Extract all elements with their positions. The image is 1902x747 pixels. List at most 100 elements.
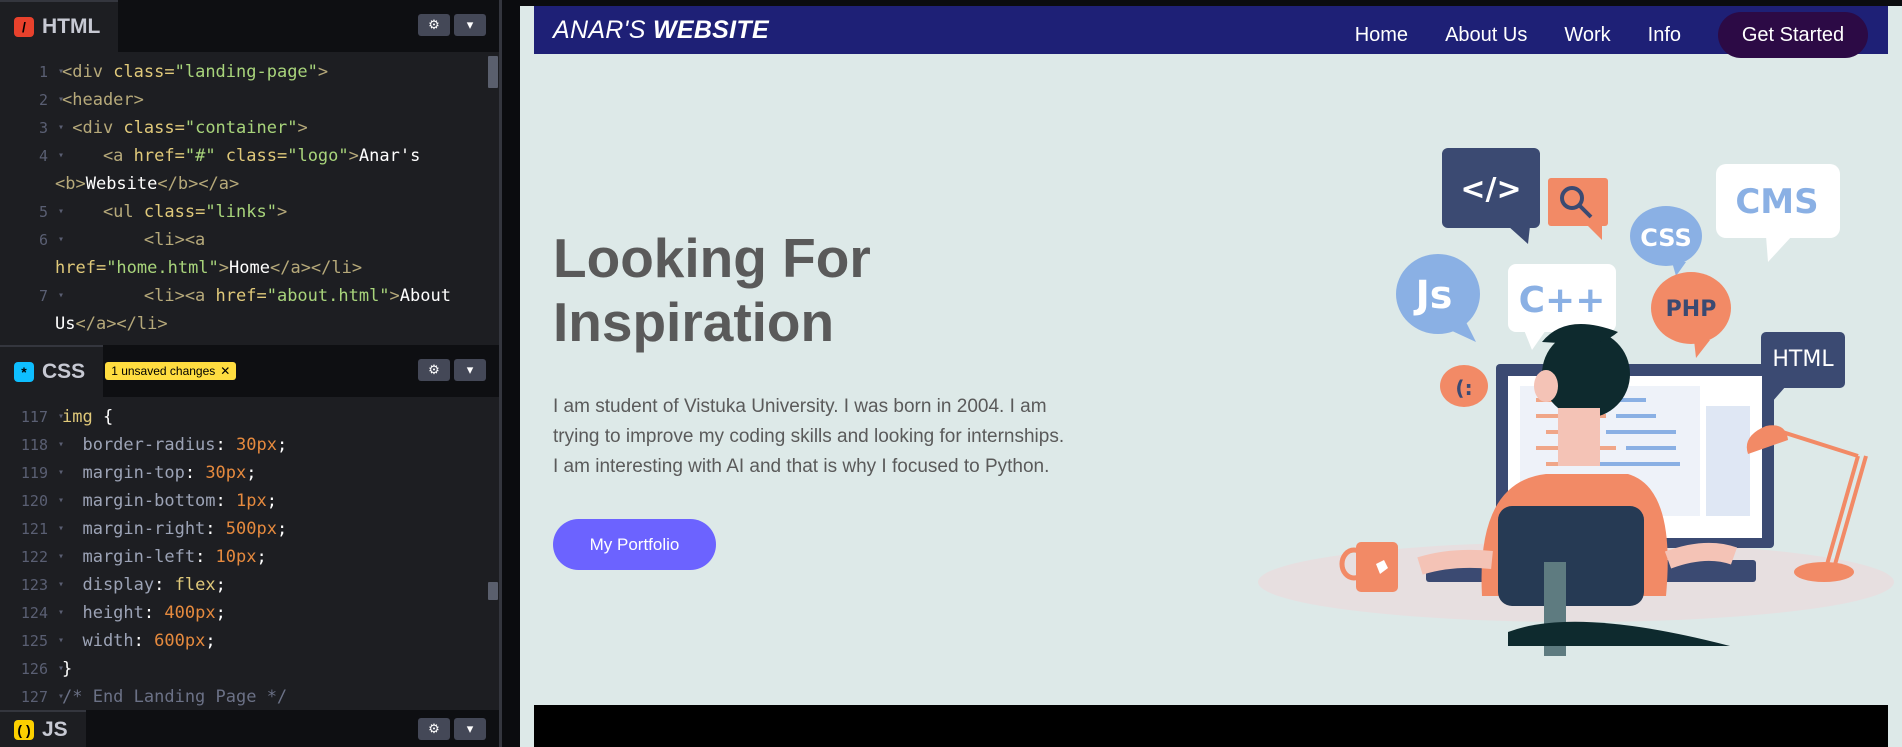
- fold-arrow-icon[interactable]: ▾: [52, 487, 64, 515]
- code-line[interactable]: 118 ▾ border-radius: 30px;: [0, 431, 499, 459]
- code-line[interactable]: 1 ▾ <div class="landing-page">: [0, 58, 499, 86]
- line-number: 123: [20, 576, 48, 594]
- chevron-down-icon[interactable]: ▾: [454, 14, 486, 36]
- code-line[interactable]: 121 ▾ margin-right: 500px;: [0, 515, 499, 543]
- js-bubble-icon: Js: [1396, 254, 1480, 342]
- fold-arrow-icon[interactable]: ▾: [52, 627, 64, 655]
- code-line[interactable]: 123 ▾ display: flex;: [0, 571, 499, 599]
- code-line[interactable]: 119 ▾ margin-top: 30px;: [0, 459, 499, 487]
- code-text: margin-left: 10px;: [62, 547, 267, 567]
- html-icon: /: [14, 17, 34, 37]
- nav-info[interactable]: Info: [1648, 24, 1681, 47]
- code-text: <div class="landing-page">: [62, 62, 329, 82]
- fold-arrow-icon[interactable]: ▾: [52, 403, 64, 431]
- fold-arrow-icon[interactable]: ▾: [52, 86, 64, 114]
- code-text: margin-right: 500px;: [62, 519, 288, 539]
- code-text: }: [62, 659, 73, 679]
- css-scrollbar[interactable]: [488, 582, 498, 600]
- php-bubble-icon: PHP: [1651, 272, 1731, 358]
- code-line[interactable]: 3 ▾ <div class="container">: [0, 114, 499, 142]
- nav-home[interactable]: Home: [1355, 24, 1408, 47]
- tab-html[interactable]: / HTML: [0, 0, 119, 52]
- fold-arrow-icon[interactable]: ▾: [52, 459, 64, 487]
- svg-text:(:: (:: [1455, 376, 1472, 400]
- code-text: height: 400px;: [62, 603, 226, 623]
- code-line[interactable]: 127 ▾ /* End Landing Page */: [0, 683, 499, 710]
- css-icon: *: [14, 362, 34, 382]
- code-text: /* End Landing Page */: [62, 687, 288, 707]
- settings-gear-icon[interactable]: ⚙: [418, 718, 450, 740]
- tab-html-label: HTML: [42, 15, 101, 38]
- developer-illustration: </> CSS CMS Js C++ PHP HTML (:: [1258, 148, 1894, 656]
- code-line[interactable]: 117 ▾ img {: [0, 403, 499, 431]
- fold-arrow-icon[interactable]: ▾: [52, 431, 64, 459]
- chevron-down-icon[interactable]: ▾: [454, 718, 486, 740]
- fold-arrow-icon[interactable]: ▾: [52, 198, 64, 226]
- fold-arrow-icon[interactable]: ▾: [52, 114, 64, 142]
- code-text: <a href="#" class="logo">Anar's: [62, 146, 421, 166]
- js-panel: ( ) JS ⚙ ▾: [0, 710, 499, 747]
- fold-arrow-icon[interactable]: ▾: [52, 142, 64, 170]
- html-code-area[interactable]: 1 ▾ <div class="landing-page"> 2 ▾ <heade…: [0, 52, 499, 338]
- code-line[interactable]: 126 ▾ }: [0, 655, 499, 683]
- code-line-wrap: href="home.html">Home</a></li>: [55, 258, 363, 278]
- app-window: / HTML ⚙ ▾ 1 ▾ <div class="landing-page"…: [0, 0, 1902, 747]
- code-line[interactable]: 4 ▾ <a href="#" class="logo">Anar's: [0, 142, 499, 170]
- code-line[interactable]: 124 ▾ height: 400px;: [0, 599, 499, 627]
- nav-work[interactable]: Work: [1564, 24, 1610, 47]
- code-text: img {: [62, 407, 114, 427]
- svg-text:PHP: PHP: [1666, 297, 1717, 322]
- close-icon[interactable]: ✕: [220, 364, 230, 378]
- code-line[interactable]: 2 ▾ <header>: [0, 86, 499, 114]
- hero-title: Looking For Inspiration: [553, 226, 1053, 354]
- fold-arrow-icon[interactable]: ▾: [52, 226, 64, 254]
- chevron-down-icon[interactable]: ▾: [454, 359, 486, 381]
- line-number: 127: [20, 688, 48, 706]
- fold-arrow-icon[interactable]: ▾: [52, 543, 64, 571]
- line-number: 121: [20, 520, 48, 538]
- site-logo[interactable]: ANAR'S WEBSITE: [553, 16, 769, 45]
- code-line[interactable]: 5 ▾ <ul class="links">: [0, 198, 499, 226]
- fold-arrow-icon[interactable]: ▾: [52, 58, 64, 86]
- line-number: 125: [20, 632, 48, 650]
- fold-arrow-icon[interactable]: ▾: [52, 655, 64, 683]
- tab-js-label: JS: [42, 717, 68, 741]
- nav-about-us[interactable]: About Us: [1445, 24, 1527, 47]
- code-text: <div class="container">: [62, 118, 308, 138]
- fold-arrow-icon[interactable]: ▾: [52, 571, 64, 599]
- get-started-button[interactable]: Get Started: [1718, 12, 1868, 58]
- my-portfolio-button[interactable]: My Portfolio: [553, 519, 716, 570]
- code-line[interactable]: 120 ▾ margin-bottom: 1px;: [0, 487, 499, 515]
- code-text: border-radius: 30px;: [62, 435, 288, 455]
- line-number: 5: [38, 203, 48, 221]
- code-text: display: flex;: [62, 575, 226, 595]
- code-line[interactable]: 6 ▾ <li><a: [0, 226, 499, 254]
- unsaved-badge[interactable]: 1 unsaved changes ✕: [105, 362, 237, 380]
- html-panel-header: / HTML ⚙ ▾: [0, 0, 499, 52]
- code-bubble-icon: </>: [1442, 148, 1540, 244]
- settings-gear-icon[interactable]: ⚙: [418, 359, 450, 381]
- settings-gear-icon[interactable]: ⚙: [418, 14, 450, 36]
- svg-text:CMS: CMS: [1735, 182, 1818, 222]
- html-scrollbar[interactable]: [488, 56, 498, 88]
- line-number: 6: [38, 231, 48, 249]
- tab-js[interactable]: ( ) JS: [0, 710, 86, 747]
- svg-text:C++: C++: [1519, 280, 1606, 321]
- fold-arrow-icon[interactable]: ▾: [52, 599, 64, 627]
- hero-title-line1: Looking For: [553, 227, 871, 289]
- tab-css[interactable]: * CSS: [0, 345, 104, 397]
- code-line[interactable]: 125 ▾ width: 600px;: [0, 627, 499, 655]
- code-editor: / HTML ⚙ ▾ 1 ▾ <div class="landing-page"…: [0, 0, 502, 747]
- line-number: 126: [20, 660, 48, 678]
- code-text: width: 600px;: [62, 631, 216, 651]
- line-number: 122: [20, 548, 48, 566]
- code-line[interactable]: 122 ▾ margin-left: 10px;: [0, 543, 499, 571]
- code-text: <header>: [62, 90, 144, 110]
- code-text: <li><a: [62, 230, 206, 250]
- fold-arrow-icon[interactable]: ▾: [52, 282, 64, 310]
- tab-css-label: CSS: [42, 360, 86, 383]
- code-line[interactable]: 7 ▾ <li><a href="about.html">About: [0, 282, 499, 310]
- fold-arrow-icon[interactable]: ▾: [52, 683, 64, 710]
- css-code-area[interactable]: 117 ▾ img {118 ▾ border-radius: 30px; 119…: [0, 397, 499, 710]
- fold-arrow-icon[interactable]: ▾: [52, 515, 64, 543]
